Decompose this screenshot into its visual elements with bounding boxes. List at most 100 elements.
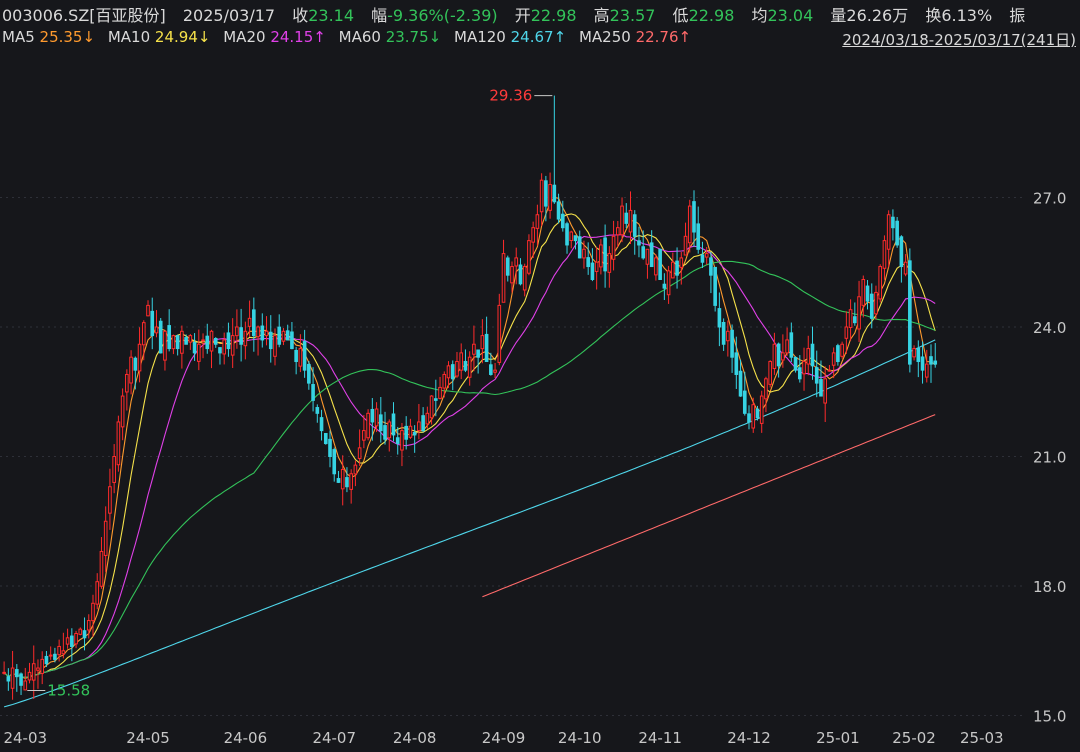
candle-body — [891, 216, 895, 229]
y-tick-label: 24.0 — [1033, 319, 1066, 337]
candle-body — [912, 348, 916, 358]
x-tick-label: 24-11 — [638, 729, 682, 747]
candle-body — [116, 421, 121, 466]
candle-body — [332, 449, 337, 475]
candle-body — [95, 581, 100, 605]
candle-body — [713, 266, 717, 306]
candle-body — [171, 335, 176, 350]
candle-body — [48, 654, 53, 657]
candle-body — [658, 248, 662, 280]
candle-body — [577, 236, 582, 259]
x-tick-label: 24-10 — [558, 729, 602, 747]
candle-body — [108, 486, 112, 514]
candle-body — [641, 246, 646, 259]
candle-body — [683, 235, 688, 256]
candle-body — [764, 378, 768, 400]
candle-body — [281, 330, 286, 342]
candle-body — [721, 321, 726, 345]
y-tick-label: 27.0 — [1033, 189, 1066, 207]
candle-body — [497, 304, 502, 363]
max-price-label: 29.36 — [489, 87, 532, 105]
candle-body — [243, 330, 248, 347]
candle-body — [417, 421, 421, 432]
candle-body — [472, 343, 476, 355]
candle-body — [150, 310, 155, 337]
candle-body — [869, 293, 874, 319]
candle-body — [129, 356, 133, 384]
min-price-label: 15.58 — [47, 681, 90, 699]
x-tick-label: 24-06 — [224, 729, 268, 747]
candle-body — [400, 430, 404, 451]
candle-body — [848, 309, 853, 328]
candle-body — [349, 473, 353, 490]
x-axis-labels: 24-03 24-05 24-06 24-07 24-08 24-09 24-10 24-11… — [3, 729, 1003, 747]
candle-body — [899, 236, 904, 268]
candle-body — [781, 352, 785, 361]
candle-body — [226, 332, 231, 350]
candle-body — [704, 253, 709, 258]
candle-body — [53, 653, 57, 660]
candle-body — [806, 348, 811, 365]
candle-body — [252, 309, 256, 337]
candle-body — [751, 404, 756, 429]
candle-body — [556, 201, 561, 220]
candle-body — [19, 673, 23, 686]
candle-body — [738, 370, 743, 397]
candle-body — [459, 352, 464, 371]
candle-body — [827, 369, 832, 372]
candle-body — [264, 330, 269, 337]
candle-body — [772, 343, 777, 370]
candle-body — [167, 325, 171, 350]
candle-body — [383, 425, 387, 440]
candle-body — [222, 339, 227, 355]
candle-body — [192, 341, 197, 354]
candle-body — [586, 257, 590, 268]
candle-body — [582, 248, 586, 259]
candle-body — [366, 412, 370, 439]
candle-body — [535, 214, 540, 229]
candle-body — [44, 655, 49, 665]
candle-body — [133, 357, 138, 371]
candle-body — [476, 349, 480, 358]
candle-body — [687, 205, 692, 244]
candle-body — [599, 244, 603, 268]
y-tick-label: 21.0 — [1033, 448, 1066, 466]
candle-body — [654, 257, 658, 276]
candle-body — [319, 417, 324, 432]
candle-body — [196, 343, 201, 362]
candle-body — [23, 680, 28, 691]
candle-body — [158, 320, 163, 354]
candle-body — [387, 421, 392, 439]
candle-body — [734, 352, 739, 375]
candle-body — [340, 468, 345, 490]
candle-body — [91, 602, 95, 622]
candle-body — [637, 240, 641, 246]
candle-body — [27, 671, 32, 681]
candle-body — [501, 253, 506, 303]
candle-body — [861, 278, 866, 306]
candle-body — [235, 326, 239, 337]
candle-body — [74, 632, 78, 645]
candle-body — [450, 364, 455, 380]
candle-body — [239, 327, 243, 345]
candle-body — [36, 667, 40, 671]
ma-line-ma5 — [3, 196, 936, 679]
candle-body — [916, 347, 921, 363]
candle-body — [527, 240, 531, 274]
candlestick-chart[interactable]: 15.018.021.024.027.0 24-03 24-05 24-06 24-0… — [0, 0, 1080, 752]
candle-body — [260, 325, 265, 341]
candle-body — [569, 231, 574, 242]
candle-body — [294, 349, 298, 363]
x-tick-label: 24-03 — [3, 729, 47, 747]
candle-body — [154, 326, 159, 334]
candle-body — [831, 352, 836, 366]
candle-body — [544, 180, 548, 207]
candle-body — [844, 326, 849, 339]
candle-body — [615, 227, 620, 236]
candle-body — [692, 201, 696, 233]
candle-body — [391, 413, 396, 436]
x-tick-label: 24-05 — [126, 729, 170, 747]
candle-body — [218, 347, 222, 354]
candle-body — [6, 676, 11, 682]
candle-body — [442, 373, 447, 389]
